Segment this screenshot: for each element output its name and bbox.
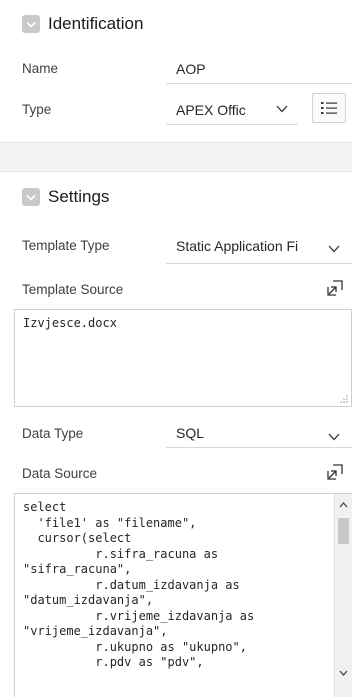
data-source-wrap: select 'file1' as "filename", cursor(sel…: [0, 493, 352, 697]
chevron-down-icon[interactable]: [328, 429, 340, 444]
identification-header[interactable]: Identification: [0, 0, 352, 48]
identification-title: Identification: [48, 14, 144, 33]
data-type-row: Data Type SQL: [0, 413, 352, 453]
name-label: Name: [22, 61, 59, 76]
type-label: Type: [22, 102, 52, 117]
template-type-row: Template Type Static Application Fi: [0, 222, 352, 269]
template-source-textarea[interactable]: Izvjesce.docx: [14, 309, 352, 407]
data-type-label: Data Type: [22, 425, 84, 441]
name-row: Name AOP: [0, 48, 352, 89]
template-source-wrap: Izvjesce.docx: [0, 309, 352, 413]
name-underline: [166, 83, 352, 84]
data-source-scrollbar[interactable]: [334, 494, 352, 697]
section-divider: [0, 142, 352, 172]
settings-section: Settings Template Type Static Applicatio…: [0, 172, 352, 697]
type-select[interactable]: APEX Offic: [176, 102, 276, 118]
template-source-row: Template Source: [0, 269, 352, 309]
data-type-underline: [166, 447, 352, 448]
type-underline: [166, 124, 298, 125]
data-source-row: Data Source: [0, 453, 352, 493]
identification-section: Identification Name AOP Type APEX Offic: [0, 0, 352, 130]
chevron-down-icon[interactable]: [22, 15, 40, 33]
arrow-up-icon[interactable]: [335, 496, 352, 514]
template-type-select[interactable]: Static Application Fi: [176, 238, 322, 254]
data-source-label: Data Source: [22, 465, 98, 481]
expand-icon[interactable]: [326, 463, 344, 481]
template-source-label: Template Source: [22, 281, 124, 297]
settings-title: Settings: [48, 187, 110, 206]
resize-grip-icon[interactable]: [340, 395, 348, 403]
data-source-textarea[interactable]: select 'file1' as "filename", cursor(sel…: [14, 493, 352, 697]
list-icon[interactable]: [312, 93, 346, 123]
template-type-label: Template Type: [22, 238, 110, 253]
data-type-select[interactable]: SQL: [176, 425, 204, 441]
name-input[interactable]: AOP: [176, 61, 206, 77]
chevron-down-icon[interactable]: [22, 188, 40, 206]
type-row: Type APEX Offic: [0, 89, 352, 130]
chevron-down-icon[interactable]: [328, 241, 340, 256]
chevron-down-icon[interactable]: [276, 101, 288, 116]
template-type-underline: [166, 263, 352, 264]
settings-header[interactable]: Settings: [0, 172, 352, 222]
expand-icon[interactable]: [326, 279, 344, 297]
arrow-down-icon[interactable]: [335, 664, 352, 682]
scrollbar-thumb[interactable]: [338, 518, 349, 544]
